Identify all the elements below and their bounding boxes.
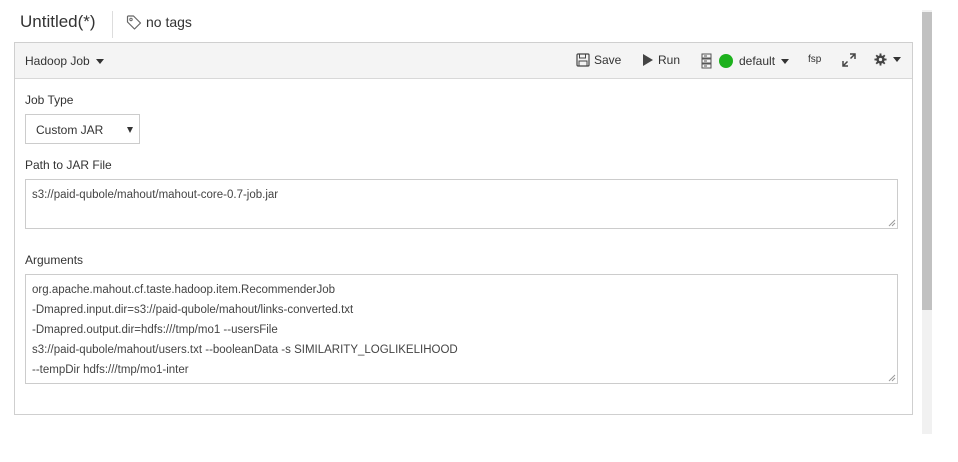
- fsp-label: fsp: [808, 54, 822, 65]
- chevron-down-icon: [127, 127, 133, 133]
- run-label: Run: [658, 53, 681, 67]
- tag-icon: [126, 14, 146, 30]
- jar-path-value: s3://paid-qubole/mahout/mahout-core-0.7-…: [32, 189, 279, 201]
- resize-grip-icon[interactable]: [888, 219, 896, 227]
- chevron-down-icon: [893, 57, 901, 62]
- play-icon: [642, 53, 654, 67]
- chevron-down-icon: [781, 58, 790, 64]
- tags-button[interactable]: no tags: [126, 14, 192, 30]
- arguments-input[interactable]: org.apache.mahout.cf.taste.hadoop.item.R…: [25, 274, 898, 384]
- arguments-line: --tempDir hdfs:///tmp/mo1-inter: [32, 364, 189, 376]
- fsp-button[interactable]: fsp: [808, 54, 821, 65]
- expand-button[interactable]: [842, 53, 856, 67]
- page-title[interactable]: Untitled(*): [20, 12, 96, 32]
- job-type-label: Job Type: [25, 93, 74, 107]
- scrollbar-thumb[interactable]: [922, 12, 932, 310]
- save-label: Save: [594, 53, 622, 67]
- panel-toolbar: Hadoop Job Save Run default fsp: [15, 43, 912, 79]
- cluster-status-indicator: [719, 54, 733, 68]
- command-type-dropdown[interactable]: Hadoop Job: [25, 54, 104, 68]
- run-button[interactable]: Run: [642, 53, 680, 67]
- cluster-label: default: [739, 54, 776, 68]
- server-icon: [701, 53, 713, 69]
- arguments-label: Arguments: [25, 253, 84, 267]
- job-type-select[interactable]: Custom JAR: [25, 114, 140, 144]
- arguments-line: -Dmapred.input.dir=s3://paid-qubole/maho…: [32, 304, 354, 316]
- arguments-line: org.apache.mahout.cf.taste.hadoop.item.R…: [32, 284, 336, 296]
- tags-label: no tags: [146, 14, 192, 30]
- job-type-value: Custom JAR: [36, 123, 104, 137]
- command-type-label: Hadoop Job: [25, 54, 90, 68]
- jar-path-label: Path to JAR File: [25, 158, 112, 172]
- divider: [112, 11, 113, 38]
- save-button[interactable]: Save: [576, 53, 621, 67]
- editor-topbar: Untitled(*) no tags: [0, 0, 920, 42]
- cluster-selector[interactable]: default: [701, 53, 790, 69]
- resize-grip-icon[interactable]: [888, 374, 896, 382]
- floppy-disk-icon: [576, 53, 590, 67]
- jar-path-input[interactable]: s3://paid-qubole/mahout/mahout-core-0.7-…: [25, 179, 898, 229]
- settings-dropdown[interactable]: [874, 53, 901, 66]
- command-panel: Hadoop Job Save Run default fsp Job Type…: [14, 42, 913, 415]
- gear-icon: [874, 53, 887, 66]
- arguments-line: -Dmapred.output.dir=hdfs:///tmp/mo1 --us…: [32, 324, 278, 336]
- expand-arrows-icon: [842, 53, 856, 67]
- arguments-line: s3://paid-qubole/mahout/users.txt --bool…: [32, 344, 458, 356]
- vertical-scrollbar[interactable]: [922, 10, 932, 434]
- chevron-down-icon: [95, 58, 104, 64]
